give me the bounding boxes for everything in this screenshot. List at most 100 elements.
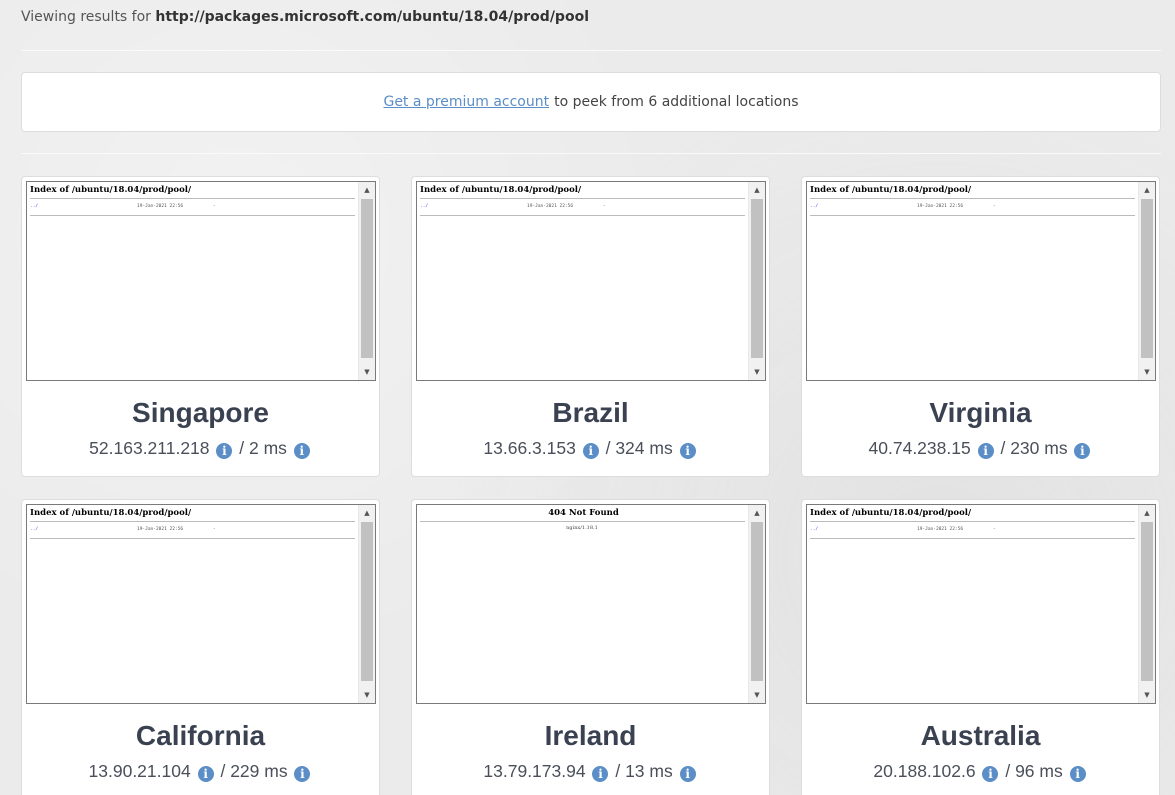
location-meta: 40.74.238.15 i / 230 ms i <box>802 438 1159 459</box>
location-card-virginia: Index of /ubuntu/18.04/prod/pool/ ../ 19… <box>801 176 1160 477</box>
scroll-down-arrow-icon[interactable]: ▼ <box>359 687 375 703</box>
page-preview-frame[interactable]: Index of /ubuntu/18.04/prod/pool/ ../ 19… <box>806 504 1156 704</box>
scroll-down-arrow-icon[interactable]: ▼ <box>749 687 765 703</box>
location-city: Virginia <box>929 397 1032 428</box>
listing-date: 19-Jan-2021 22:56 <box>917 204 964 209</box>
location-ip: 13.79.173.94 <box>483 761 586 781</box>
divider <box>21 153 1161 154</box>
location-latency: 229 ms <box>230 761 288 781</box>
info-circle-icon[interactable]: i <box>293 443 310 459</box>
scroll-up-arrow-icon[interactable]: ▲ <box>749 182 765 198</box>
listing-date: 19-Jan-2021 22:56 <box>137 527 184 532</box>
location-meta: 13.79.173.94 i / 13 ms i <box>412 761 769 782</box>
viewing-url: http://packages.microsoft.com/ubuntu/18.… <box>155 9 589 25</box>
premium-banner: Get a premium account to peek from 6 add… <box>21 72 1161 132</box>
listing-size: - <box>993 204 996 209</box>
preview-server: nginx/1.18.1 <box>566 525 598 531</box>
scroll-up-arrow-icon[interactable]: ▲ <box>359 505 375 521</box>
page-preview-frame[interactable]: Index of /ubuntu/18.04/prod/pool/ ../ 19… <box>416 181 766 381</box>
location-meta: 13.90.21.104 i / 229 ms i <box>22 761 379 782</box>
scroll-thumb[interactable] <box>361 522 373 681</box>
location-city: Brazil <box>552 397 629 428</box>
page-preview-frame[interactable]: Index of /ubuntu/18.04/prod/pool/ ../ 19… <box>26 504 376 704</box>
parent-dir-link[interactable]: ../ <box>30 204 38 209</box>
location-card-australia: Index of /ubuntu/18.04/prod/pool/ ../ 19… <box>801 499 1160 795</box>
preview-scrollbar[interactable]: ▲ ▼ <box>1138 505 1155 703</box>
info-circle-icon[interactable]: i <box>1069 766 1086 782</box>
parent-dir-link[interactable]: ../ <box>420 204 428 209</box>
scroll-thumb[interactable] <box>751 199 763 358</box>
scroll-down-arrow-icon[interactable]: ▼ <box>359 364 375 380</box>
listing-size: - <box>603 204 606 209</box>
info-circle-icon[interactable]: i <box>294 766 311 782</box>
info-circle-icon[interactable]: i <box>982 766 999 782</box>
listing-size: - <box>993 527 996 532</box>
location-ip: 40.74.238.15 <box>868 438 971 458</box>
location-latency: 324 ms <box>615 438 673 458</box>
location-meta: 20.188.102.6 i / 96 ms i <box>802 761 1159 782</box>
page-preview-frame[interactable]: Index of /ubuntu/18.04/prod/pool/ ../ 19… <box>806 181 1156 381</box>
info-circle-icon[interactable]: i <box>1074 443 1091 459</box>
parent-dir-link[interactable]: ../ <box>810 527 818 532</box>
scroll-down-arrow-icon[interactable]: ▼ <box>749 364 765 380</box>
preview-scrollbar[interactable]: ▲ ▼ <box>748 505 765 703</box>
parent-dir-link[interactable]: ../ <box>810 204 818 209</box>
preview-title: Index of /ubuntu/18.04/prod/pool/ <box>30 508 192 518</box>
premium-account-link[interactable]: Get a premium account <box>383 94 549 110</box>
scroll-down-arrow-icon[interactable]: ▼ <box>1139 687 1155 703</box>
listing-date: 19-Jan-2021 22:56 <box>137 204 184 209</box>
preview-scrollbar[interactable]: ▲ ▼ <box>358 505 375 703</box>
location-city: Singapore <box>132 397 269 428</box>
location-ip: 52.163.211.218 <box>89 438 210 458</box>
scroll-up-arrow-icon[interactable]: ▲ <box>359 182 375 198</box>
location-latency: 2 ms <box>249 438 287 458</box>
preview-title: Index of /ubuntu/18.04/prod/pool/ <box>810 185 972 195</box>
info-circle-icon[interactable]: i <box>197 766 214 782</box>
preview-scrollbar[interactable]: ▲ ▼ <box>1138 182 1155 380</box>
preview-scrollbar[interactable]: ▲ ▼ <box>358 182 375 380</box>
listing-size: - <box>213 527 216 532</box>
location-ip: 13.90.21.104 <box>88 761 191 781</box>
location-latency: 230 ms <box>1010 438 1068 458</box>
location-city: Australia <box>920 720 1041 751</box>
info-circle-icon[interactable]: i <box>582 443 599 459</box>
location-ip: 20.188.102.6 <box>873 761 976 781</box>
preview-scrollbar[interactable]: ▲ ▼ <box>748 182 765 380</box>
viewing-prefix: Viewing results for <box>21 9 151 25</box>
scroll-down-arrow-icon[interactable]: ▼ <box>1139 364 1155 380</box>
scroll-up-arrow-icon[interactable]: ▲ <box>1139 505 1155 521</box>
scroll-thumb[interactable] <box>1141 522 1153 681</box>
scroll-thumb[interactable] <box>1141 199 1153 358</box>
page-preview-frame[interactable]: 404 Not Found nginx/1.18.1 ▲ ▼ <box>416 504 766 704</box>
scroll-up-arrow-icon[interactable]: ▲ <box>1139 182 1155 198</box>
preview-title: Index of /ubuntu/18.04/prod/pool/ <box>810 508 972 518</box>
preview-title: Index of /ubuntu/18.04/prod/pool/ <box>420 185 582 195</box>
location-meta: 13.66.3.153 i / 324 ms i <box>412 438 769 459</box>
location-city: California <box>135 720 266 751</box>
location-meta: 52.163.211.218 i / 2 ms i <box>22 438 379 459</box>
info-circle-icon[interactable]: i <box>977 443 994 459</box>
scroll-up-arrow-icon[interactable]: ▲ <box>749 505 765 521</box>
parent-dir-link[interactable]: ../ <box>30 527 38 532</box>
location-latency: 13 ms <box>625 761 673 781</box>
page-preview-frame[interactable]: Index of /ubuntu/18.04/prod/pool/ ../ 19… <box>26 181 376 381</box>
location-card-california: Index of /ubuntu/18.04/prod/pool/ ../ 19… <box>21 499 380 795</box>
listing-date: 19-Jan-2021 22:56 <box>527 204 574 209</box>
viewing-results-line: Viewing results for http://packages.micr… <box>21 9 589 25</box>
scroll-thumb[interactable] <box>751 522 763 681</box>
info-circle-icon[interactable]: i <box>216 443 233 459</box>
location-card-ireland: 404 Not Found nginx/1.18.1 ▲ ▼ Ireland 1… <box>411 499 770 795</box>
info-circle-icon[interactable]: i <box>679 766 696 782</box>
info-circle-icon[interactable]: i <box>679 443 696 459</box>
location-city: Ireland <box>544 720 637 751</box>
divider <box>21 50 1161 51</box>
listing-date: 19-Jan-2021 22:56 <box>917 527 964 532</box>
info-circle-icon[interactable]: i <box>592 766 609 782</box>
location-card-singapore: Index of /ubuntu/18.04/prod/pool/ ../ 19… <box>21 176 380 477</box>
location-card-brazil: Index of /ubuntu/18.04/prod/pool/ ../ 19… <box>411 176 770 477</box>
scroll-thumb[interactable] <box>361 199 373 358</box>
location-ip: 13.66.3.153 <box>483 438 576 458</box>
preview-title: 404 Not Found <box>548 508 619 518</box>
preview-title: Index of /ubuntu/18.04/prod/pool/ <box>30 185 192 195</box>
premium-text: to peek from 6 additional locations <box>554 94 799 110</box>
